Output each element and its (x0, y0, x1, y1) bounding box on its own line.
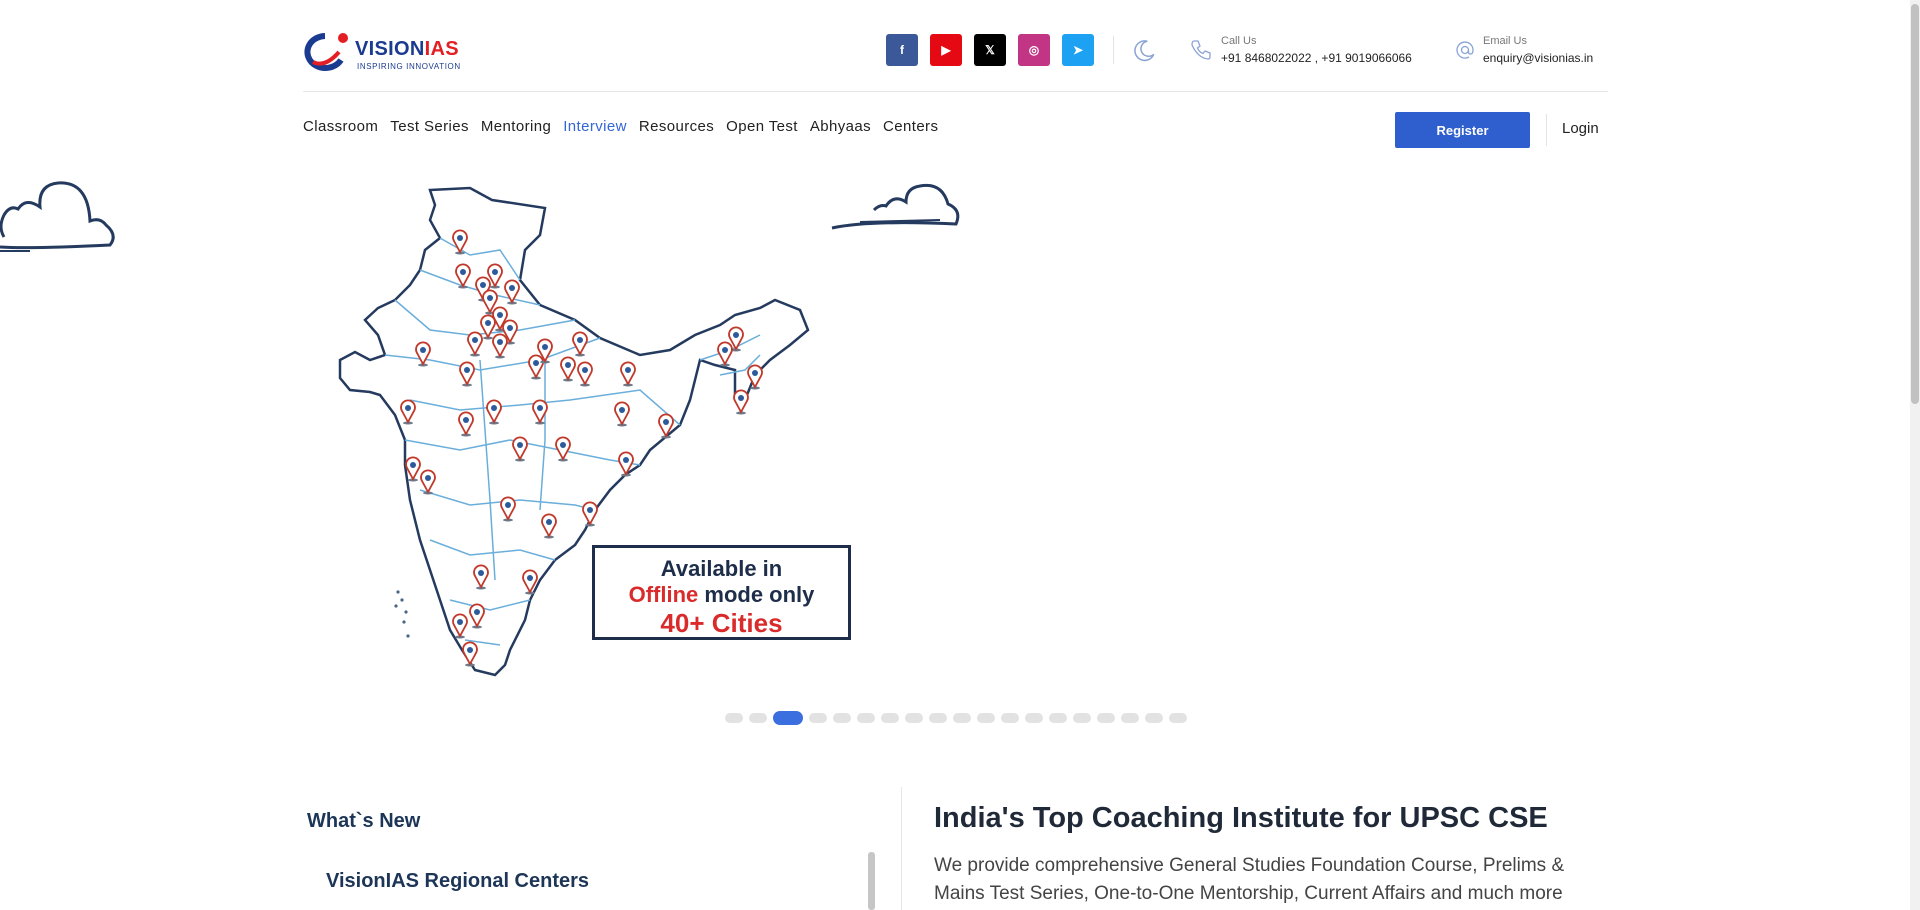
intro-description: We provide comprehensive General Studies… (934, 855, 1565, 904)
email-address[interactable]: enquiry@visionias.in (1483, 51, 1593, 65)
carousel-dot[interactable] (953, 713, 971, 723)
carousel-dot[interactable] (833, 713, 851, 723)
carousel-dot[interactable] (881, 713, 899, 723)
carousel-dot[interactable] (929, 713, 947, 723)
phone-numbers[interactable]: +91 8468022022 , +91 9019066066 (1221, 51, 1412, 65)
facebook-icon[interactable]: f (886, 34, 918, 66)
nav-item-centers[interactable]: Centers (883, 118, 938, 135)
main-nav: Classroom Test Series Mentoring Intervie… (303, 118, 950, 135)
youtube-icon[interactable]: ▶ (930, 34, 962, 66)
carousel-dot[interactable] (725, 713, 743, 723)
banner-line-1: Available in (660, 556, 783, 581)
carousel-dot[interactable] (809, 713, 827, 723)
whats-new-scrollbar[interactable] (868, 852, 875, 910)
page: VISIONIAS INSPIRING INNOVATION f ▶ 𝕏 ◎ ➤… (0, 0, 1920, 910)
carousel-dot[interactable] (905, 713, 923, 723)
nav-item-resources[interactable]: Resources (639, 118, 714, 135)
carousel-dot[interactable] (1097, 713, 1115, 723)
whats-new-item-title[interactable]: VisionIAS Regional Centers (326, 870, 589, 893)
divider (1113, 36, 1114, 64)
scrollbar-thumb[interactable] (1911, 4, 1919, 404)
carousel-dot[interactable] (1145, 713, 1163, 723)
login-link[interactable]: Login (1562, 120, 1599, 137)
nav-item-classroom[interactable]: Classroom (303, 118, 378, 135)
offline-availability-banner: Available in Offline mode only 40+ Citie… (592, 545, 851, 640)
dark-mode-icon[interactable] (1131, 38, 1157, 64)
nav-item-open-test[interactable]: Open Test (726, 118, 798, 135)
carousel-dot[interactable] (1073, 713, 1091, 723)
carousel-dots (725, 711, 1187, 725)
email-label: Email Us (1483, 35, 1528, 47)
map-pin-icon (733, 389, 749, 415)
carousel-dot[interactable] (1121, 713, 1139, 723)
carousel-dot[interactable] (977, 713, 995, 723)
nav-item-mentoring[interactable]: Mentoring (481, 118, 551, 135)
register-button[interactable]: Register (1395, 112, 1530, 148)
logo-tagline: INSPIRING INNOVATION (357, 62, 461, 71)
banner-line-3: 40+ Cities (660, 608, 783, 638)
intro-title: India's Top Coaching Institute for UPSC … (934, 802, 1548, 834)
instagram-icon[interactable]: ◎ (1018, 34, 1050, 66)
top-bar: VISIONIAS INSPIRING INNOVATION f ▶ 𝕏 ◎ ➤… (303, 22, 1608, 92)
carousel-dot[interactable] (1001, 713, 1019, 723)
logo-text: VISIONIAS (355, 38, 459, 60)
section-divider (901, 787, 902, 910)
at-icon (1456, 41, 1474, 59)
call-label: Call Us (1221, 35, 1257, 47)
telegram-icon[interactable]: ➤ (1062, 34, 1094, 66)
banner-line-2: Offline mode only (628, 582, 815, 607)
logo[interactable]: VISIONIAS INSPIRING INNOVATION (303, 30, 473, 74)
carousel-dot[interactable] (857, 713, 875, 723)
carousel-dot[interactable] (773, 711, 803, 725)
nav-item-abhyaas[interactable]: Abhyaas (810, 118, 871, 135)
carousel-dot[interactable] (1025, 713, 1043, 723)
nav-item-test-series[interactable]: Test Series (390, 118, 469, 135)
carousel-dot[interactable] (749, 713, 767, 723)
whats-new-heading: What`s New (307, 810, 421, 832)
x-icon[interactable]: 𝕏 (974, 34, 1006, 66)
divider (1546, 114, 1547, 146)
carousel-dot[interactable] (1049, 713, 1067, 723)
carousel-dot[interactable] (1169, 713, 1187, 723)
page-scrollbar[interactable] (1910, 0, 1920, 910)
logo-mark-icon (304, 33, 348, 71)
phone-icon (1191, 40, 1211, 60)
nav-item-interview[interactable]: Interview (563, 118, 627, 135)
